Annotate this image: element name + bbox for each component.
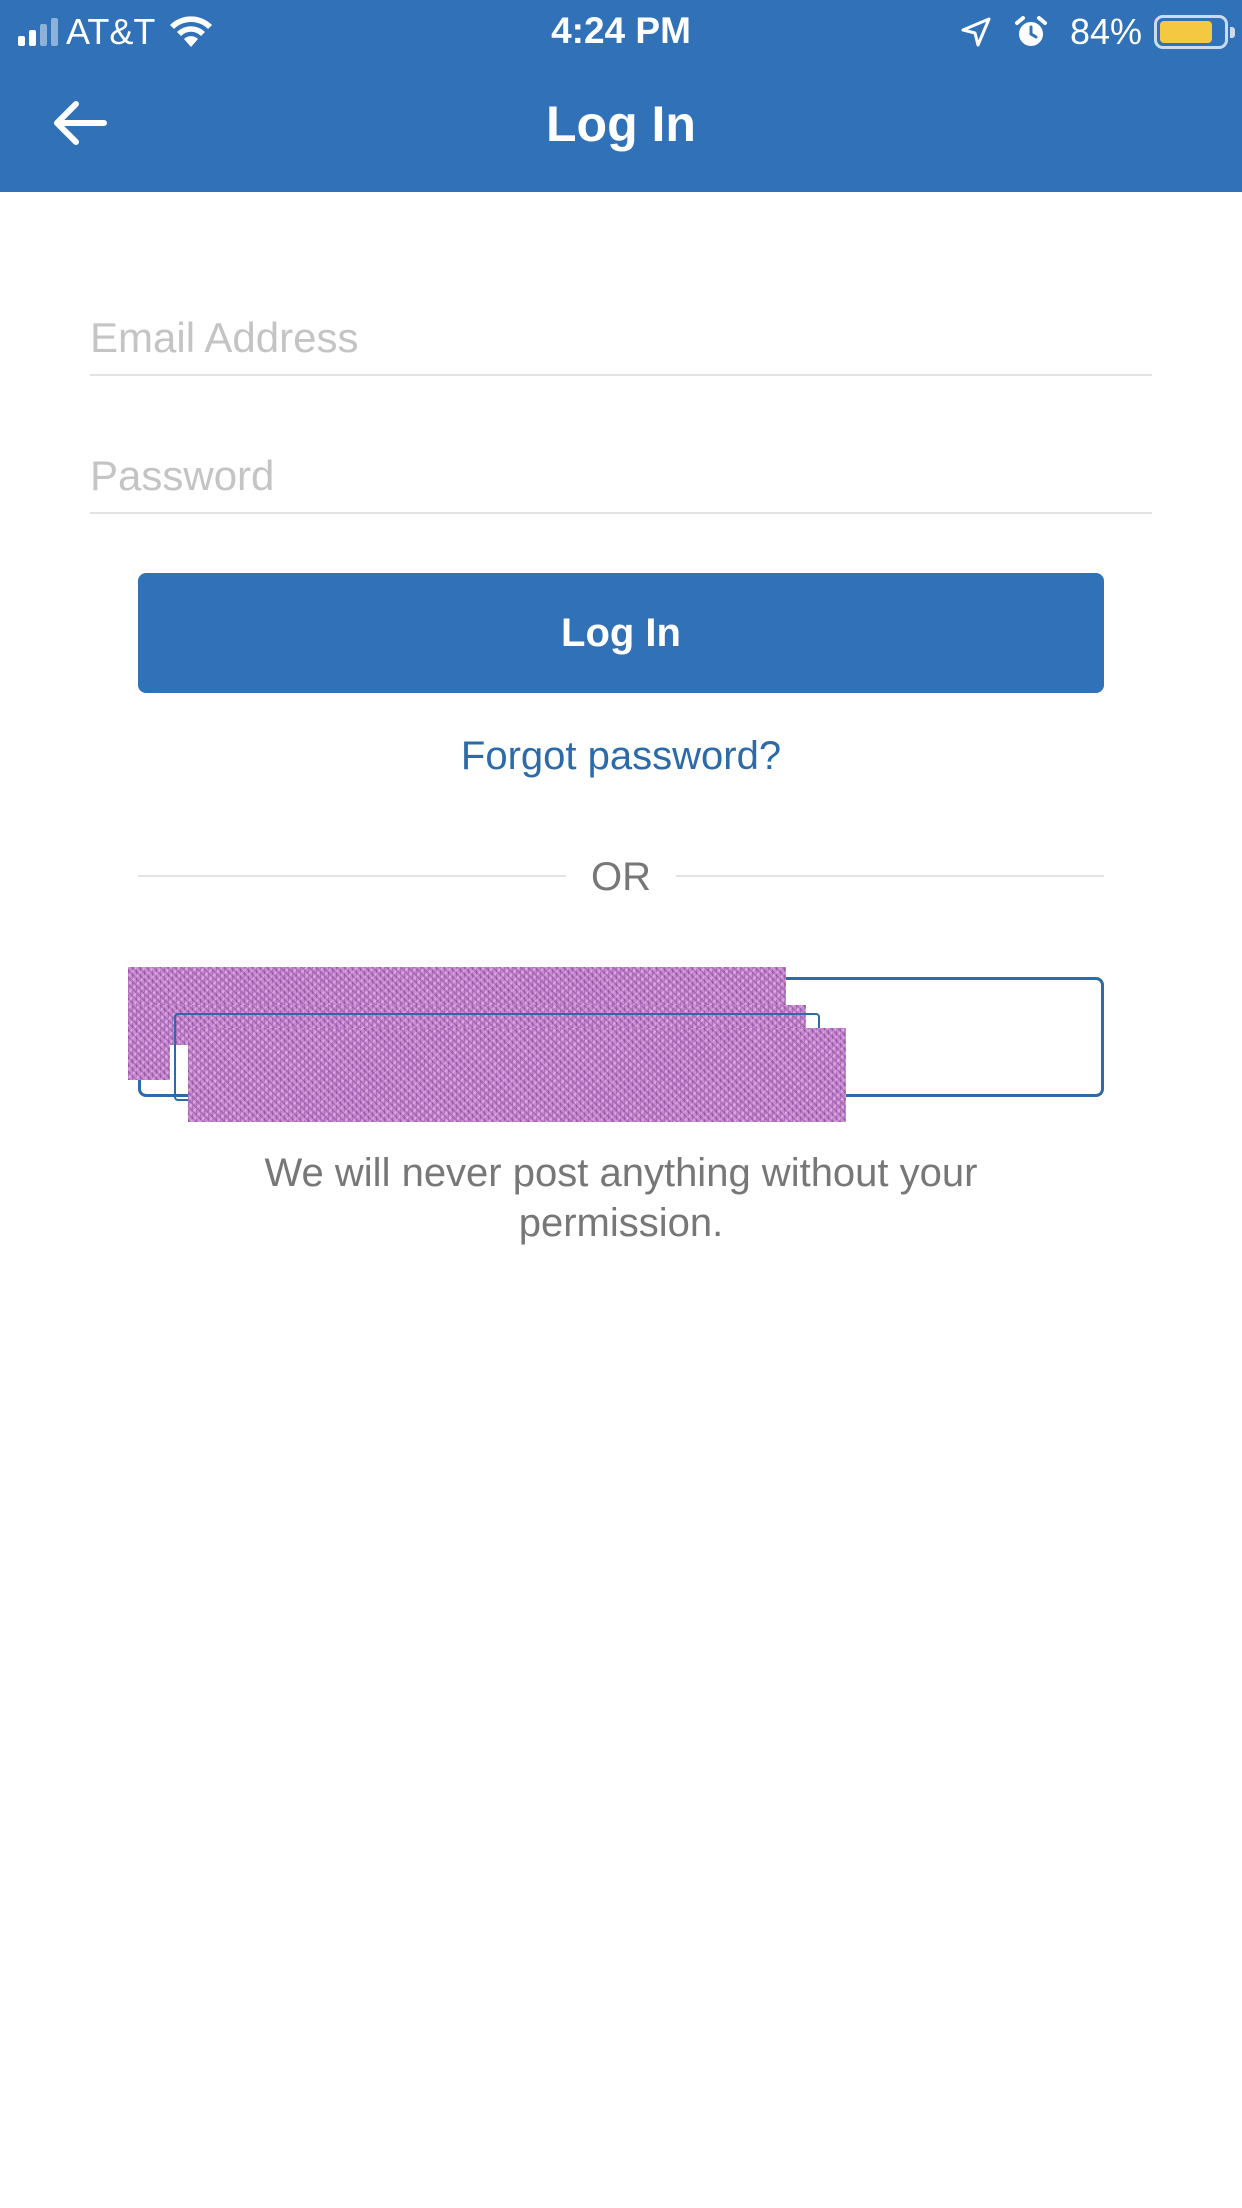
redacted-region	[128, 967, 786, 1007]
email-field	[90, 280, 1152, 376]
status-bar: AT&T 4:24 PM 84%	[0, 0, 1242, 62]
header: AT&T 4:24 PM 84% Log In	[0, 0, 1242, 192]
redacted-region	[128, 1040, 170, 1080]
battery-level	[1160, 21, 1213, 43]
forgot-password-link[interactable]: Forgot password?	[0, 728, 1242, 784]
password-input[interactable]	[90, 418, 1152, 512]
password-field	[90, 418, 1152, 514]
divider-right	[676, 875, 1104, 877]
divider-left	[138, 875, 566, 877]
login-button[interactable]: Log In	[138, 573, 1104, 693]
login-screen: AT&T 4:24 PM 84% Log In Email Address Lo…	[0, 0, 1242, 2208]
alarm-icon	[1014, 16, 1047, 46]
login-button-label: Log In	[561, 610, 681, 655]
location-icon	[961, 17, 991, 47]
page-title: Log In	[546, 96, 696, 152]
redacted-region	[188, 1028, 846, 1122]
email-input[interactable]	[90, 280, 1152, 374]
battery-percent: 84%	[1069, 11, 1142, 52]
status-right: 84%	[960, 10, 1235, 54]
battery-icon	[1154, 15, 1235, 49]
nav-bar: Log In	[0, 62, 1242, 192]
or-divider-label: OR	[591, 855, 651, 899]
disclaimer-text: We will never post anything without your…	[264, 1151, 978, 1245]
